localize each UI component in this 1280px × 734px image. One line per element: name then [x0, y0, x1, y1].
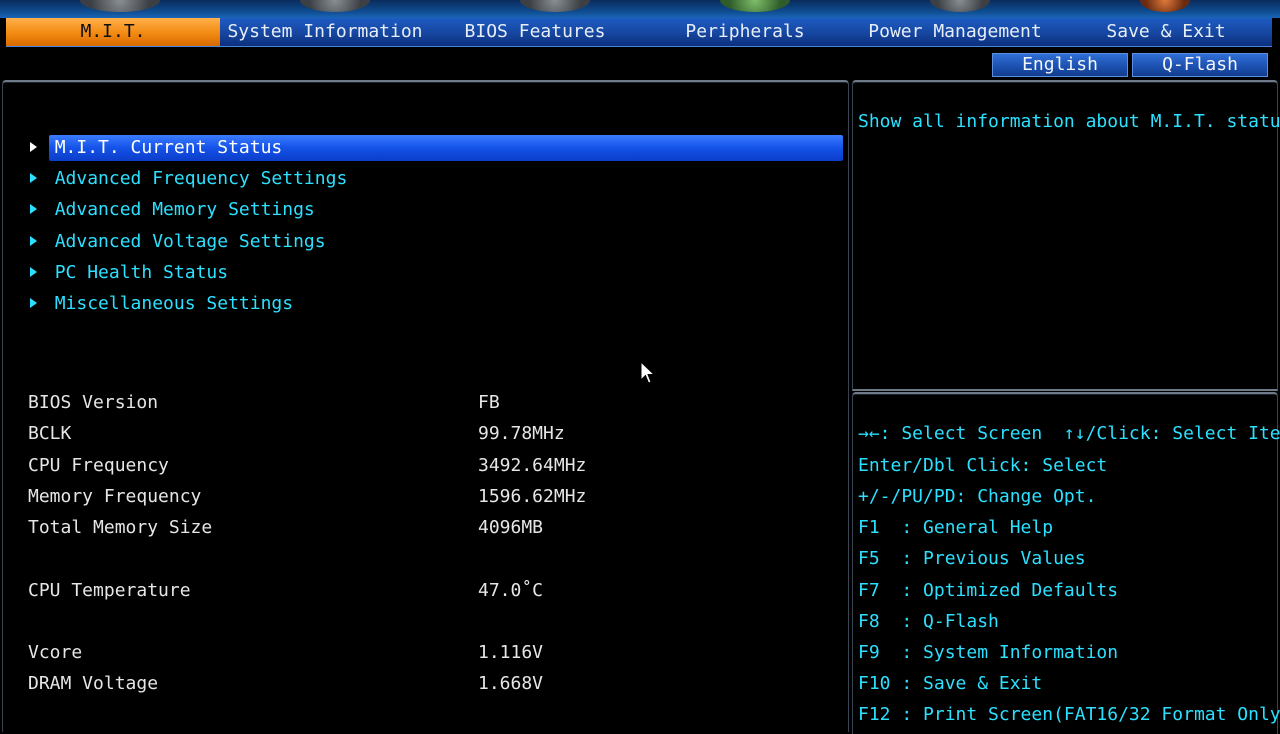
status-value: 1596.62MHz: [478, 486, 587, 507]
power-tab-icon: [930, 0, 990, 12]
tab-mit[interactable]: M.I.T.: [6, 18, 220, 46]
tab-power-management[interactable]: Power Management: [850, 18, 1060, 46]
utility-buttons: English Q-Flash: [992, 53, 1268, 77]
menu-item-label: Miscellaneous Settings: [54, 293, 294, 314]
menu-item-pc-health[interactable]: PC Health Status: [8, 234, 228, 283]
status-value: 1.116V: [478, 642, 544, 663]
status-value: 47.0˚C: [478, 580, 544, 601]
tab-bios-features[interactable]: BIOS Features: [430, 18, 640, 46]
menu-item-advanced-voltage[interactable]: Advanced Voltage Settings: [8, 203, 326, 252]
status-label: Vcore: [28, 642, 83, 663]
status-value: 4096MB: [478, 517, 544, 538]
key-legend-line: F1 : General Help: [858, 517, 1054, 538]
status-label: CPU Temperature: [28, 580, 191, 601]
menu-item-miscellaneous[interactable]: Miscellaneous Settings: [8, 265, 293, 314]
system-info-tab-icon: [300, 0, 370, 12]
tab-peripherals[interactable]: Peripherals: [640, 18, 850, 46]
tab-system-information[interactable]: System Information: [220, 18, 430, 46]
status-value: FB: [478, 392, 500, 413]
save-exit-tab-icon: [1140, 0, 1190, 12]
tab-save-exit[interactable]: Save & Exit: [1060, 18, 1272, 46]
peripherals-tab-icon: [720, 0, 790, 12]
qflash-button[interactable]: Q-Flash: [1132, 53, 1268, 77]
menu-item-advanced-frequency[interactable]: Advanced Frequency Settings: [8, 140, 347, 189]
bios-features-tab-icon: [520, 0, 590, 12]
arrow-icon: [29, 298, 37, 308]
key-legend-line: F8 : Q-Flash: [858, 611, 999, 632]
key-legend-line: +/-/PU/PD: Change Opt.: [858, 486, 1097, 507]
status-label: BIOS Version: [28, 392, 159, 413]
key-legend-line: F7 : Optimized Defaults: [858, 580, 1119, 601]
menu-item-advanced-memory[interactable]: Advanced Memory Settings: [8, 171, 315, 220]
status-value: 3492.64MHz: [478, 455, 587, 476]
menu-item-mit-current-status[interactable]: M.I.T. Current Status: [8, 109, 843, 161]
status-label: Total Memory Size: [28, 517, 213, 538]
status-label: DRAM Voltage: [28, 673, 159, 694]
language-button[interactable]: English: [992, 53, 1128, 77]
mit-tab-icon: [80, 0, 160, 12]
key-legend-line: →←: Select Screen ↑↓/Click: Select Item: [858, 423, 1280, 444]
key-legend-line: F5 : Previous Values: [858, 548, 1086, 569]
help-description: Show all information about M.I.T. status: [858, 111, 1280, 132]
status-label: Memory Frequency: [28, 486, 202, 507]
status-value: 1.668V: [478, 673, 544, 694]
status-label: CPU Frequency: [28, 455, 169, 476]
mouse-pointer-icon: [640, 361, 656, 384]
main-tab-bar: M.I.T. System Information BIOS Features …: [6, 18, 1272, 47]
key-legend-line: F12 : Print Screen(FAT16/32 Format Only): [858, 704, 1280, 725]
status-label: BCLK: [28, 423, 72, 444]
key-legend-line: F9 : System Information: [858, 642, 1119, 663]
key-legend-line: F10 : Save & Exit: [858, 673, 1043, 694]
top-banner: [0, 0, 1280, 18]
key-legend-line: Enter/Dbl Click: Select: [858, 455, 1108, 476]
status-value: 99.78MHz: [478, 423, 565, 444]
